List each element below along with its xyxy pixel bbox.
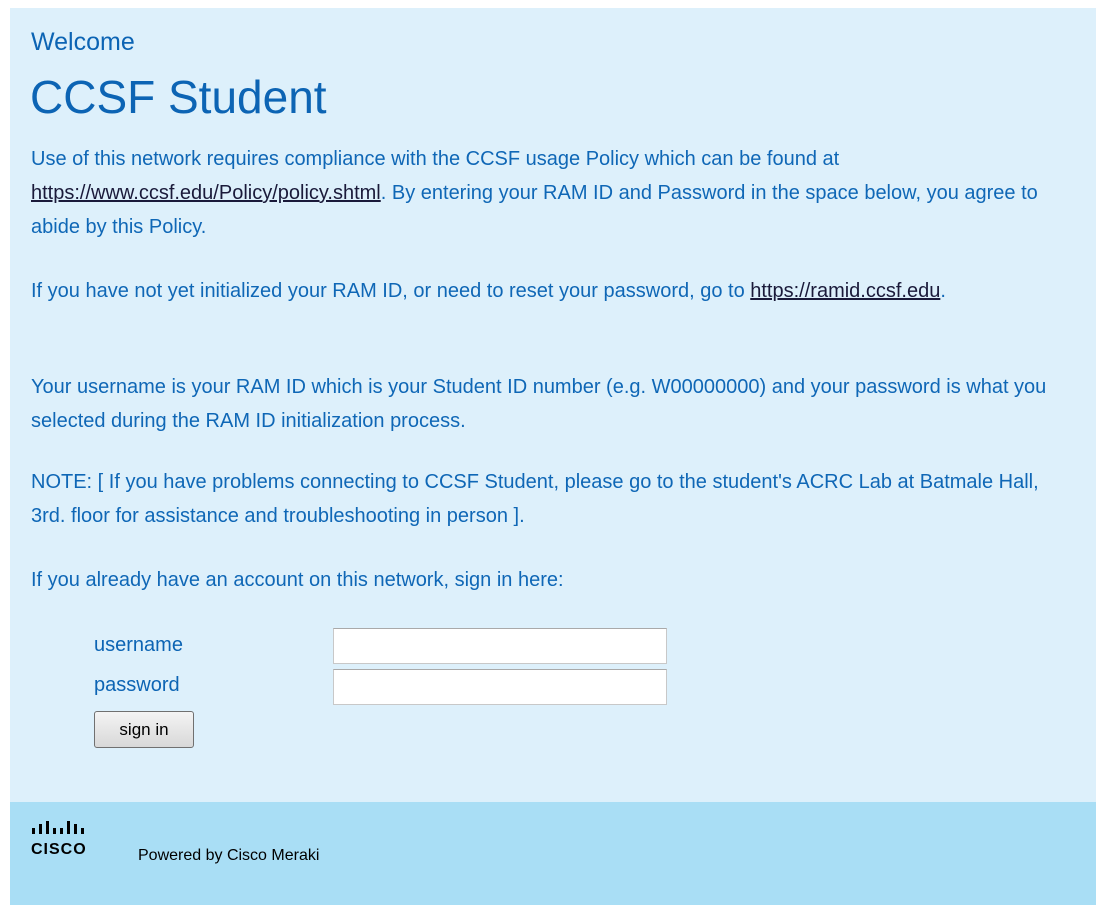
sign-in-button[interactable]: sign in: [94, 711, 194, 748]
policy-paragraph: Use of this network requires compliance …: [31, 142, 1071, 244]
password-input[interactable]: [333, 669, 667, 705]
reset-text-end: .: [940, 280, 946, 302]
ramid-link[interactable]: https://ramid.ccsf.edu: [750, 280, 940, 302]
welcome-panel: Welcome CCSF Student Use of this network…: [10, 8, 1096, 802]
reset-text-start: If you have not yet initialized your RAM…: [31, 280, 751, 302]
welcome-heading: Welcome: [31, 28, 135, 56]
policy-text-start: Use of this network requires compliance …: [31, 148, 840, 170]
cisco-logo-text: CISCO: [31, 841, 87, 858]
username-label: username: [94, 634, 183, 656]
username-info-paragraph: Your username is your RAM ID which is yo…: [31, 376, 1047, 432]
username-input[interactable]: [333, 628, 667, 664]
signin-prompt: If you already have an account on this n…: [31, 569, 564, 591]
powered-by-text: Powered by Cisco Meraki: [138, 847, 320, 864]
reset-paragraph: If you have not yet initialized your RAM…: [31, 274, 1071, 308]
cisco-logo-icon: [32, 821, 84, 834]
page-title: CCSF Student: [30, 71, 327, 123]
footer: CISCO Powered by Cisco Meraki: [10, 802, 1096, 905]
note-paragraph: NOTE: [ If you have problems connecting …: [31, 471, 1039, 527]
cisco-logo: CISCO: [31, 819, 101, 861]
policy-link[interactable]: https://www.ccsf.edu/Policy/policy.shtml: [31, 182, 381, 204]
password-label: password: [94, 674, 180, 696]
